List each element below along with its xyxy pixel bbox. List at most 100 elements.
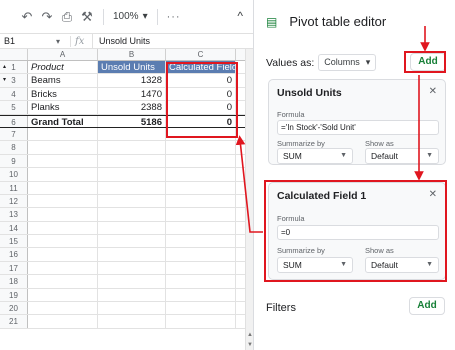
cell-c[interactable] xyxy=(166,302,236,315)
row-header[interactable]: 16 xyxy=(0,248,28,261)
cell-b[interactable]: 2388 xyxy=(98,101,166,114)
cell-a[interactable] xyxy=(28,221,98,235)
cell-a[interactable] xyxy=(28,288,98,302)
panel-scrollbar[interactable] xyxy=(451,0,455,350)
cell-c[interactable] xyxy=(166,315,236,328)
cell-c[interactable] xyxy=(166,208,236,221)
cell-b[interactable] xyxy=(98,248,166,261)
zoom-select[interactable]: 100% ▾ xyxy=(113,11,148,22)
cell-b[interactable] xyxy=(98,154,166,168)
row-header[interactable]: 19 xyxy=(0,288,28,302)
cell-a[interactable]: Beams xyxy=(28,74,98,87)
row-header[interactable]: 3 ▾ xyxy=(0,74,28,87)
paint-format-icon[interactable]: ⚒ xyxy=(80,9,94,25)
formula-field[interactable]: ='In Stock'-'Sold Unit' xyxy=(277,120,439,135)
show-as-select[interactable]: Default ▼ xyxy=(365,148,439,164)
cell-b[interactable] xyxy=(98,168,166,181)
cell-b[interactable] xyxy=(98,127,166,141)
row-header[interactable]: 12 xyxy=(0,194,28,208)
row-header[interactable]: 9 xyxy=(0,154,28,168)
cell-a[interactable] xyxy=(28,181,98,194)
cell-c[interactable] xyxy=(166,168,236,181)
row-header[interactable]: 21 xyxy=(0,315,28,328)
cell-a[interactable] xyxy=(28,275,98,288)
cell-c[interactable] xyxy=(166,288,236,302)
cell-a[interactable] xyxy=(28,168,98,181)
cell-b[interactable]: 1328 xyxy=(98,74,166,87)
cell-b[interactable]: 5186 xyxy=(98,115,166,127)
cell-b[interactable] xyxy=(98,261,166,275)
row-header[interactable]: 10 xyxy=(0,168,28,181)
cell-a[interactable] xyxy=(28,248,98,261)
cell-a[interactable] xyxy=(28,302,98,315)
values-as-dropdown[interactable]: Columns ▾ xyxy=(318,54,377,71)
cell-a[interactable] xyxy=(28,127,98,141)
row-header[interactable]: 18 xyxy=(0,275,28,288)
redo-icon[interactable]: ↷ xyxy=(40,9,54,25)
row-header[interactable]: 8 xyxy=(0,141,28,154)
cell-b[interactable] xyxy=(98,315,166,328)
column-header-a[interactable]: A xyxy=(28,49,98,60)
cell-b[interactable] xyxy=(98,208,166,221)
cell-b[interactable] xyxy=(98,275,166,288)
summarize-by-select[interactable]: SUM ▼ xyxy=(277,148,353,164)
cell-c[interactable] xyxy=(166,221,236,235)
cell-a[interactable]: Planks xyxy=(28,101,98,114)
cell-c[interactable] xyxy=(166,261,236,275)
row-header[interactable]: 13 xyxy=(0,208,28,221)
close-icon[interactable]: ✕ xyxy=(429,86,437,97)
collapse-row-icon[interactable]: ▴ xyxy=(3,61,6,74)
table-row: 19 xyxy=(0,288,245,303)
select-all-corner[interactable] xyxy=(0,49,28,60)
row-header[interactable]: 15 xyxy=(0,235,28,248)
expand-row-icon[interactable]: ▾ xyxy=(3,74,6,87)
cell-c[interactable] xyxy=(166,275,236,288)
cell-b[interactable] xyxy=(98,302,166,315)
cell-b[interactable] xyxy=(98,141,166,154)
cell-c[interactable] xyxy=(166,181,236,194)
cell-b[interactable] xyxy=(98,288,166,302)
cell-a[interactable] xyxy=(28,235,98,248)
row-header[interactable]: 5 xyxy=(0,101,28,114)
cell-a[interactable] xyxy=(28,141,98,154)
cell-c[interactable] xyxy=(166,154,236,168)
cell-a[interactable]: Bricks xyxy=(28,87,98,101)
highlight-calculated-card xyxy=(264,180,447,282)
row-header[interactable]: 14 xyxy=(0,221,28,235)
cell-reference[interactable]: B1 xyxy=(0,36,56,46)
row-header[interactable]: 17 xyxy=(0,261,28,275)
row-header[interactable]: 1 ▴ xyxy=(0,61,28,74)
row-header[interactable]: 11 xyxy=(0,181,28,194)
row-header[interactable]: 4 xyxy=(0,87,28,101)
column-header-c[interactable]: C xyxy=(166,49,236,60)
cell-a[interactable] xyxy=(28,194,98,208)
collapse-menu-icon[interactable]: ^ xyxy=(237,9,243,23)
cell-b[interactable]: Unsold Units xyxy=(98,61,166,74)
cell-a[interactable] xyxy=(28,315,98,328)
cell-c[interactable] xyxy=(166,194,236,208)
row-header[interactable]: 7 xyxy=(0,127,28,141)
formula-input[interactable]: Unsold Units xyxy=(92,34,150,48)
cell-b[interactable] xyxy=(98,194,166,208)
cell-b[interactable]: 1470 xyxy=(98,87,166,101)
cell-a[interactable]: Product xyxy=(28,61,98,74)
cell-c[interactable] xyxy=(166,235,236,248)
more-options-icon[interactable]: ··· xyxy=(167,11,181,23)
column-header-b[interactable]: B xyxy=(98,49,166,60)
add-filter-button[interactable]: Add xyxy=(409,297,445,315)
print-icon[interactable]: ⎙ xyxy=(60,9,74,25)
cell-c[interactable] xyxy=(166,248,236,261)
cell-a[interactable]: Grand Total xyxy=(28,115,98,127)
cell-a[interactable] xyxy=(28,154,98,168)
cell-c[interactable] xyxy=(166,141,236,154)
cell-b[interactable] xyxy=(98,181,166,194)
row-header[interactable]: 20 xyxy=(0,302,28,315)
vertical-scrollbar[interactable]: ▲ ▼ xyxy=(245,49,253,350)
cell-a[interactable] xyxy=(28,208,98,221)
cell-b[interactable] xyxy=(98,221,166,235)
undo-icon[interactable]: ↶ xyxy=(20,9,34,25)
cell-a[interactable] xyxy=(28,261,98,275)
chevron-down-icon[interactable]: ▾ xyxy=(56,37,70,46)
cell-b[interactable] xyxy=(98,235,166,248)
row-header[interactable]: 6 xyxy=(0,115,28,127)
